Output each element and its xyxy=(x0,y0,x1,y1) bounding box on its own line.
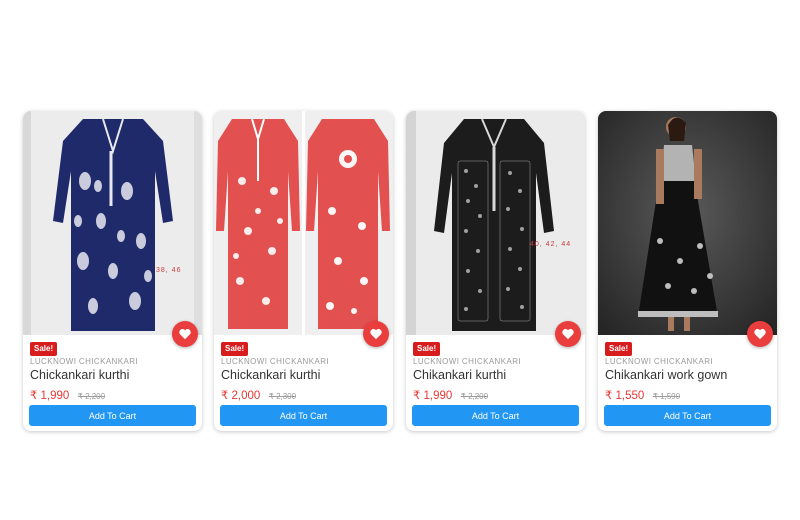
price-row: ₹ 1,990 ₹ 2,200 xyxy=(413,386,488,404)
sale-badge: Sale! xyxy=(30,342,58,356)
size-label: 38, 46 xyxy=(156,267,182,274)
sale-price: ₹ 1,990 xyxy=(30,390,70,402)
wishlist-button[interactable] xyxy=(747,321,773,347)
price-row: ₹ 2,000 ₹ 2,300 xyxy=(221,386,296,404)
add-to-cart-button[interactable]: Add To Cart xyxy=(29,405,196,426)
product-image[interactable] xyxy=(598,111,777,335)
product-grid: 38, 46 Sale! LUCKNOWI CHICKANKARI Chicka… xyxy=(23,111,778,431)
wishlist-button[interactable] xyxy=(555,321,581,347)
black-kurti-illustration xyxy=(406,111,585,335)
add-to-cart-button[interactable]: Add To Cart xyxy=(220,405,387,426)
size-label: 40, 42, 44 xyxy=(530,241,572,248)
product-brand: LUCKNOWI CHICKANKARI xyxy=(30,357,139,366)
wishlist-button[interactable] xyxy=(363,321,389,347)
product-card[interactable]: 40, 42, 44 Sale! LUCKNOWI CHICKANKARI Ch… xyxy=(406,111,585,431)
product-brand: LUCKNOWI CHICKANKARI xyxy=(413,357,522,366)
sale-badge: Sale! xyxy=(605,342,633,356)
product-image[interactable]: 38, 46 xyxy=(23,111,202,335)
red-kurti-illustration xyxy=(214,111,393,335)
original-price: ₹ 1,590 xyxy=(652,392,681,401)
price-row: ₹ 1,990 ₹ 2,200 xyxy=(30,386,105,404)
wishlist-button[interactable] xyxy=(172,321,198,347)
sale-badge: Sale! xyxy=(221,342,249,356)
price-row: ₹ 1,550 ₹ 1,590 xyxy=(605,386,680,404)
sale-price: ₹ 2,000 xyxy=(221,390,261,402)
product-card[interactable]: Sale! LUCKNOWI CHICKANKARI Chikankari wo… xyxy=(598,111,777,431)
heart-icon xyxy=(754,329,766,340)
black-gown-illustration xyxy=(598,111,777,335)
product-title[interactable]: Chikankari kurthi xyxy=(413,368,506,382)
original-price: ₹ 2,200 xyxy=(460,392,489,401)
product-image[interactable] xyxy=(214,111,393,335)
original-price: ₹ 2,300 xyxy=(268,392,297,401)
product-title[interactable]: Chickankari kurthi xyxy=(221,368,320,382)
product-title[interactable]: Chikankari work gown xyxy=(605,368,727,382)
heart-icon xyxy=(179,329,191,340)
sale-price: ₹ 1,550 xyxy=(605,390,645,402)
product-title[interactable]: Chickankari kurthi xyxy=(30,368,129,382)
add-to-cart-button[interactable]: Add To Cart xyxy=(604,405,771,426)
product-brand: LUCKNOWI CHICKANKARI xyxy=(221,357,330,366)
sale-price: ₹ 1,990 xyxy=(413,390,453,402)
add-to-cart-button[interactable]: Add To Cart xyxy=(412,405,579,426)
sale-badge: Sale! xyxy=(413,342,441,356)
product-brand: LUCKNOWI CHICKANKARI xyxy=(605,357,714,366)
product-card[interactable]: 38, 46 Sale! LUCKNOWI CHICKANKARI Chicka… xyxy=(23,111,202,431)
product-image[interactable]: 40, 42, 44 xyxy=(406,111,585,335)
navy-kurti-illustration xyxy=(23,111,202,335)
heart-icon xyxy=(562,329,574,340)
product-card[interactable]: Sale! LUCKNOWI CHICKANKARI Chickankari k… xyxy=(214,111,393,431)
original-price: ₹ 2,200 xyxy=(77,392,106,401)
heart-icon xyxy=(370,329,382,340)
